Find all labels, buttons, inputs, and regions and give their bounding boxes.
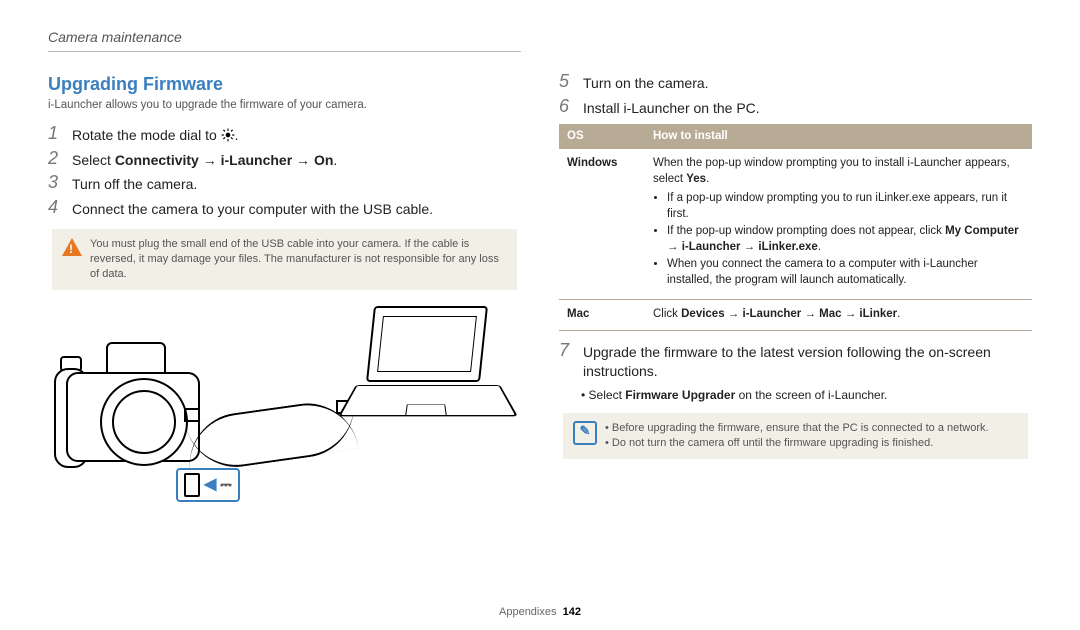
step-number: 7 bbox=[559, 341, 573, 381]
list-item: If the pop-up window prompting does not … bbox=[667, 224, 1024, 255]
cell-text: Click bbox=[653, 308, 681, 320]
substep-bold: Firmware Upgrader bbox=[625, 388, 735, 402]
os-cell: Windows bbox=[559, 149, 645, 300]
step-text: Install i-Launcher on the PC. bbox=[583, 97, 760, 118]
substep: • Select Firmware Upgrader on the screen… bbox=[581, 387, 1032, 403]
step-text-post: . bbox=[235, 127, 239, 143]
usb-small-end-badge: ◀ ⎓ bbox=[176, 468, 240, 502]
cell-bold: Yes bbox=[686, 173, 706, 185]
substep-text: Select bbox=[589, 388, 626, 402]
note-callout: ✎ • Before upgrading the firmware, ensur… bbox=[563, 413, 1028, 459]
table-header-how: How to install bbox=[645, 124, 1032, 150]
how-cell: Click Devices → i-Launcher → Mac → iLink… bbox=[645, 300, 1032, 331]
warning-icon bbox=[62, 237, 82, 257]
step-number: 4 bbox=[48, 198, 62, 219]
list-item: If a pop-up window prompting you to run … bbox=[667, 191, 1024, 222]
step-7: 7 Upgrade the firmware to the latest ver… bbox=[559, 341, 1032, 381]
footer-label: Appendixes bbox=[499, 606, 557, 618]
step-text: Select bbox=[72, 152, 115, 168]
note-text: Before upgrading the firmware, ensure th… bbox=[612, 422, 989, 434]
micro-usb-icon bbox=[184, 473, 200, 497]
warning-callout: You must plug the small end of the USB c… bbox=[52, 229, 517, 290]
note-item: • Before upgrading the firmware, ensure … bbox=[605, 421, 989, 436]
table-header-os: OS bbox=[559, 124, 645, 150]
step-number: 6 bbox=[559, 97, 573, 118]
cell-text: If the pop-up window prompting does not … bbox=[667, 225, 945, 237]
arrow-left-icon: ◀ bbox=[204, 474, 216, 496]
how-cell: When the pop-up window prompting you to … bbox=[645, 149, 1032, 300]
step-bold: Connectivity → i-Launcher → On bbox=[115, 152, 334, 168]
step-number: 5 bbox=[559, 72, 573, 93]
step-3: 3 Turn off the camera. bbox=[48, 173, 521, 194]
usb-symbol-icon: ⎓ bbox=[220, 475, 231, 494]
table-row: Mac Click Devices → i-Launcher → Mac → i… bbox=[559, 300, 1032, 331]
gear-icon bbox=[221, 128, 235, 142]
substep-text: on the screen of i-Launcher. bbox=[735, 388, 887, 402]
cell-text: . bbox=[706, 173, 709, 185]
step-number: 1 bbox=[48, 124, 62, 145]
page-footer: Appendixes 142 bbox=[0, 605, 1080, 620]
section-title: Upgrading Firmware bbox=[48, 72, 521, 96]
step-text: Turn off the camera. bbox=[72, 173, 197, 194]
step-text: Turn on the camera. bbox=[583, 72, 709, 93]
connection-illustration: ◀ ⎓ bbox=[48, 300, 521, 510]
step-6: 6 Install i-Launcher on the PC. bbox=[559, 97, 1032, 118]
cell-bold: Devices → i-Launcher → Mac → iLinker bbox=[681, 308, 897, 320]
os-cell: Mac bbox=[559, 300, 645, 331]
cell-text: . bbox=[818, 241, 821, 253]
table-row: Windows When the pop-up window prompting… bbox=[559, 149, 1032, 300]
step-5: 5 Turn on the camera. bbox=[559, 72, 1032, 93]
step-1: 1 Rotate the mode dial to . bbox=[48, 124, 521, 145]
step-text: Connect the camera to your computer with… bbox=[72, 198, 433, 219]
install-table: OS How to install Windows When the pop-u… bbox=[559, 124, 1032, 331]
cell-text: . bbox=[897, 308, 900, 320]
step-2: 2 Select Connectivity → i-Launcher → On. bbox=[48, 149, 521, 170]
step-text: Upgrade the firmware to the latest versi… bbox=[583, 341, 1032, 381]
note-icon: ✎ bbox=[573, 421, 597, 445]
laptop-icon bbox=[348, 306, 508, 426]
intro-text: i-Launcher allows you to upgrade the fir… bbox=[48, 98, 521, 114]
note-text: Do not turn the camera off until the fir… bbox=[612, 437, 933, 449]
warning-text: You must plug the small end of the USB c… bbox=[90, 237, 507, 282]
step-4: 4 Connect the camera to your computer wi… bbox=[48, 198, 521, 219]
step-text: Rotate the mode dial to bbox=[72, 127, 221, 143]
step-number: 3 bbox=[48, 173, 62, 194]
list-item: When you connect the camera to a compute… bbox=[667, 257, 1024, 288]
note-item: • Do not turn the camera off until the f… bbox=[605, 436, 989, 451]
step-text-post: . bbox=[333, 152, 337, 168]
breadcrumb: Camera maintenance bbox=[48, 28, 521, 52]
page-number: 142 bbox=[563, 606, 581, 618]
step-number: 2 bbox=[48, 149, 62, 170]
